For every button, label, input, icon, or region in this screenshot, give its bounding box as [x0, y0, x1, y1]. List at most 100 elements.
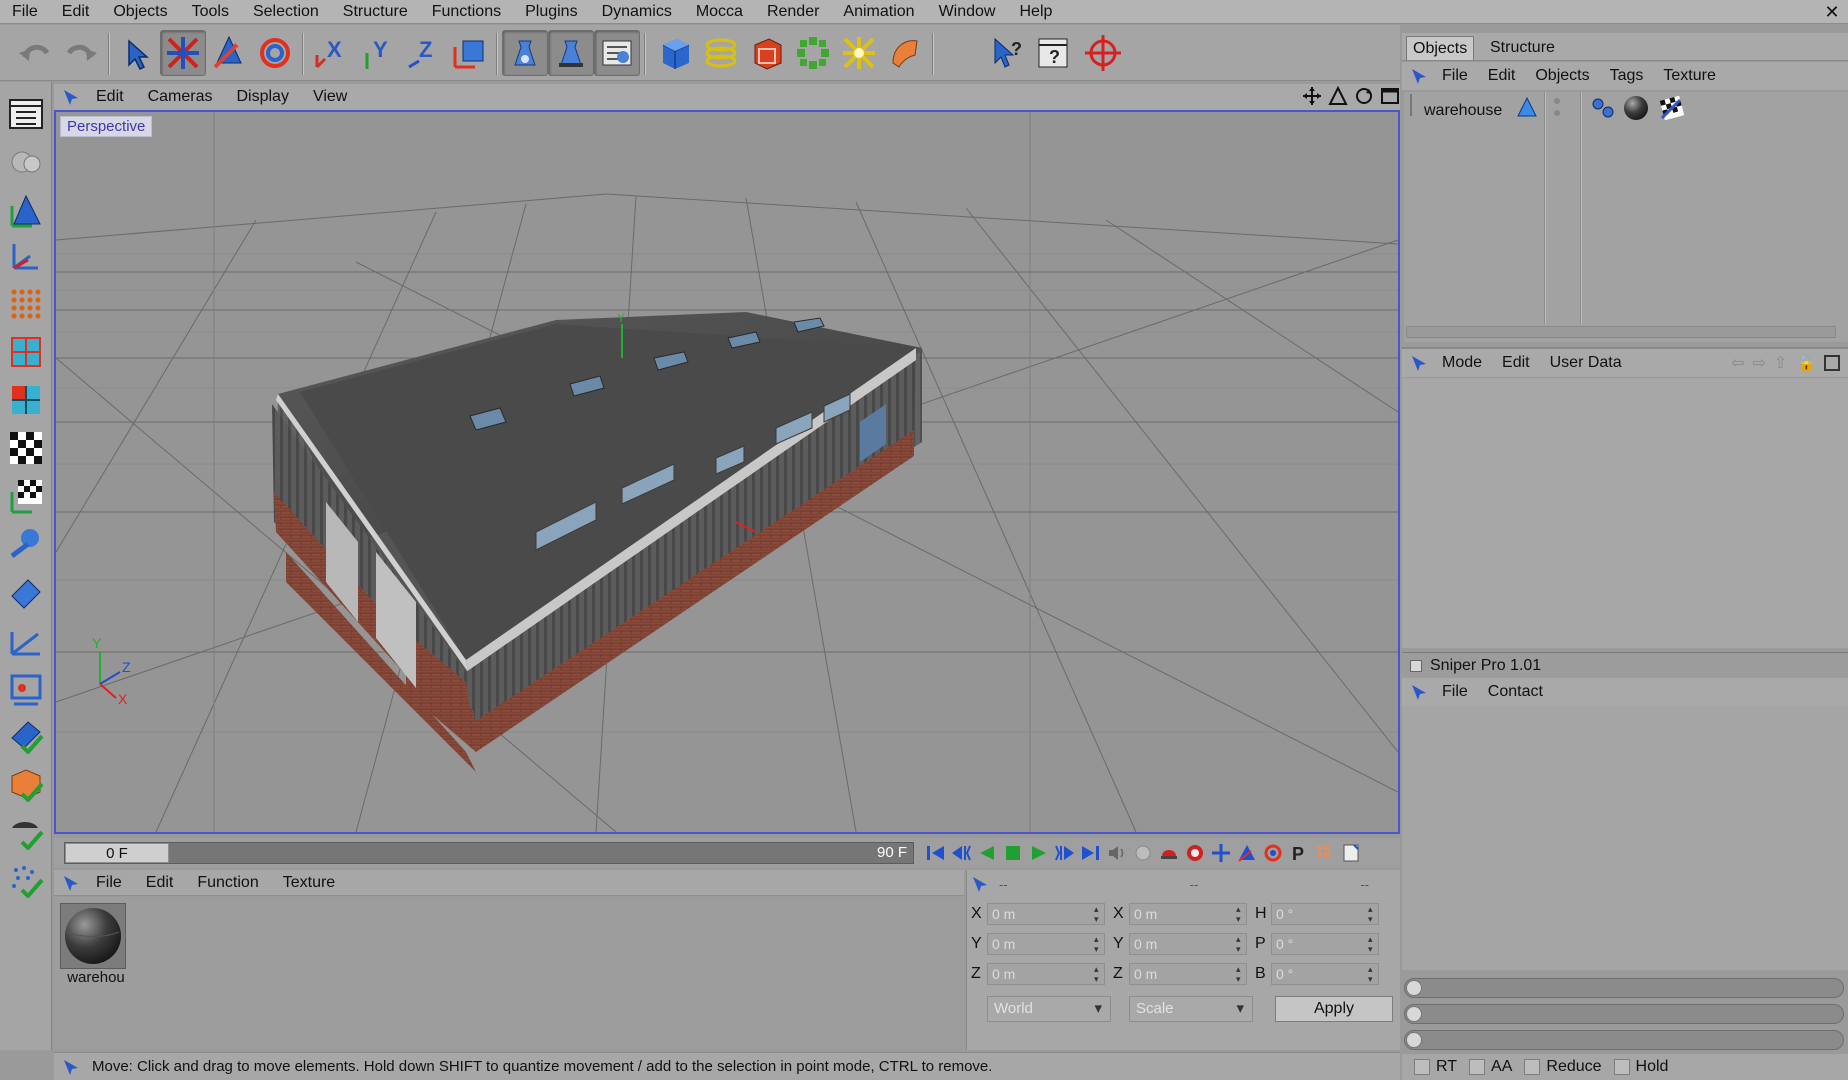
- material-thumbnail[interactable]: [60, 903, 126, 969]
- tab-objects[interactable]: Objects: [1406, 36, 1475, 60]
- texture-mode-icon[interactable]: [4, 426, 48, 470]
- render-settings-icon[interactable]: [594, 30, 640, 76]
- render-view-icon[interactable]: [502, 30, 548, 76]
- forward-arrow-icon[interactable]: ⇨: [1753, 353, 1766, 373]
- menu-render[interactable]: Render: [755, 0, 831, 24]
- viewport-menu-edit[interactable]: Edit: [84, 88, 136, 106]
- render-check-icon[interactable]: [4, 810, 48, 854]
- z-axis-lock-icon[interactable]: Z: [400, 30, 446, 76]
- object-menu-tags[interactable]: Tags: [1600, 67, 1654, 85]
- previous-key-icon[interactable]: [950, 842, 972, 864]
- nurbs-icon[interactable]: [744, 30, 790, 76]
- stop-icon[interactable]: [1002, 842, 1024, 864]
- sniper-cmd-icon[interactable]: [1410, 683, 1430, 701]
- modeling-array-icon[interactable]: [790, 30, 836, 76]
- render-active-icon[interactable]: [548, 30, 594, 76]
- object-menu-objects[interactable]: Objects: [1525, 67, 1599, 85]
- menu-tools[interactable]: Tools: [180, 0, 241, 24]
- use-model-tool-icon[interactable]: [4, 188, 48, 232]
- cube-primitive-icon[interactable]: [652, 30, 698, 76]
- tab-structure[interactable]: Structure: [1484, 36, 1561, 60]
- material-menu-edit[interactable]: Edit: [134, 874, 186, 892]
- key-position-icon[interactable]: [1210, 842, 1232, 864]
- particles-check-icon[interactable]: [4, 858, 48, 902]
- zoom-icon[interactable]: [1328, 86, 1348, 106]
- play-backwards-icon[interactable]: [976, 842, 998, 864]
- menu-animation[interactable]: Animation: [831, 0, 926, 24]
- use-object-axis-icon[interactable]: [4, 234, 48, 278]
- viewport-menu-view[interactable]: View: [301, 88, 359, 106]
- material-menu-texture[interactable]: Texture: [271, 874, 347, 892]
- position-z-field[interactable]: 0 m: [987, 963, 1105, 985]
- menu-structure[interactable]: Structure: [331, 0, 420, 24]
- edges-mode-icon[interactable]: [4, 330, 48, 374]
- rotation-b-field[interactable]: 0 °: [1271, 963, 1379, 985]
- scene-light-icon[interactable]: [882, 30, 928, 76]
- help-context-icon[interactable]: ?: [1030, 30, 1076, 76]
- rotation-p-field[interactable]: 0 °: [1271, 933, 1379, 955]
- viewport-menu-display[interactable]: Display: [224, 88, 300, 106]
- key-scale-icon[interactable]: [1236, 842, 1258, 864]
- perspective-viewport[interactable]: Y Y Z X Perspective: [54, 110, 1400, 834]
- position-y-field[interactable]: 0 m: [987, 933, 1105, 955]
- lock-icon[interactable]: 🔓: [1797, 354, 1816, 372]
- menu-edit[interactable]: Edit: [50, 0, 102, 24]
- spline-icon[interactable]: [698, 30, 744, 76]
- menu-dynamics[interactable]: Dynamics: [590, 0, 684, 24]
- polygons-mode-icon[interactable]: [4, 378, 48, 422]
- object-list-scrollbar[interactable]: [1406, 326, 1836, 338]
- rt-checkbox[interactable]: [1414, 1059, 1430, 1075]
- undo-icon[interactable]: [12, 30, 58, 76]
- texture-tag-icon[interactable]: [1658, 94, 1686, 122]
- rotate-icon[interactable]: [252, 30, 298, 76]
- up-arrow-icon[interactable]: ⇧: [1774, 353, 1787, 373]
- autokey-icon[interactable]: [1184, 842, 1206, 864]
- list-item[interactable]: warehouse: [1404, 92, 1544, 122]
- object-menu-edit[interactable]: Edit: [1478, 67, 1526, 85]
- material-menu-file[interactable]: File: [84, 874, 134, 892]
- phong-tag-icon[interactable]: [1590, 96, 1616, 120]
- coordinate-mode-dropdown[interactable]: World: [987, 996, 1111, 1022]
- slider-3[interactable]: [1404, 1030, 1844, 1050]
- menu-functions[interactable]: Functions: [420, 0, 513, 24]
- attribute-menu-edit[interactable]: Edit: [1492, 354, 1540, 372]
- timeline-current-frame[interactable]: 0 F: [65, 843, 169, 863]
- visibility-dots[interactable]: [1554, 98, 1560, 116]
- go-to-start-icon[interactable]: [924, 842, 946, 864]
- material-menu-function[interactable]: Function: [185, 874, 270, 892]
- coord-cmd-icon[interactable]: [971, 875, 991, 893]
- target-icon[interactable]: [1080, 30, 1126, 76]
- material-cmd-icon[interactable]: [62, 874, 82, 892]
- go-to-end-icon[interactable]: [1080, 842, 1102, 864]
- reduce-checkbox[interactable]: [1524, 1059, 1541, 1075]
- object-menu-file[interactable]: File: [1432, 67, 1478, 85]
- key-pla-icon[interactable]: [1314, 842, 1336, 864]
- back-arrow-icon[interactable]: ⇦: [1731, 353, 1744, 373]
- next-key-icon[interactable]: [1054, 842, 1076, 864]
- key-parameter-icon[interactable]: P: [1288, 842, 1310, 864]
- position-x-field[interactable]: 0 m: [987, 903, 1105, 925]
- size-x-field[interactable]: 0 m: [1129, 903, 1247, 925]
- size-z-field[interactable]: 0 m: [1129, 963, 1247, 985]
- menu-selection[interactable]: Selection: [241, 0, 331, 24]
- viewport-cmd-icon[interactable]: [62, 88, 82, 106]
- texture-axis-icon[interactable]: [4, 474, 48, 518]
- record-icon[interactable]: [1132, 842, 1154, 864]
- sniper-menu-file[interactable]: File: [1432, 683, 1478, 701]
- attribute-cmd-icon[interactable]: [1410, 354, 1430, 372]
- panel-toggle-icon[interactable]: [1410, 659, 1422, 672]
- menu-objects[interactable]: Objects: [101, 0, 179, 24]
- apply-button[interactable]: Apply: [1275, 996, 1393, 1022]
- key-rotation-icon[interactable]: [1262, 842, 1284, 864]
- select-children-icon[interactable]: [4, 714, 48, 758]
- record-active-icon[interactable]: [1158, 842, 1180, 864]
- attribute-menu-user-data[interactable]: User Data: [1540, 354, 1632, 372]
- y-axis-lock-icon[interactable]: Y: [354, 30, 400, 76]
- redo-icon[interactable]: [58, 30, 104, 76]
- help-pointer-icon[interactable]: ?: [984, 30, 1030, 76]
- live-selection-icon[interactable]: [114, 30, 160, 76]
- menu-file[interactable]: File: [0, 0, 50, 24]
- sculpt-icon[interactable]: [4, 570, 48, 614]
- deformer-icon[interactable]: [836, 30, 882, 76]
- scale-icon[interactable]: [206, 30, 252, 76]
